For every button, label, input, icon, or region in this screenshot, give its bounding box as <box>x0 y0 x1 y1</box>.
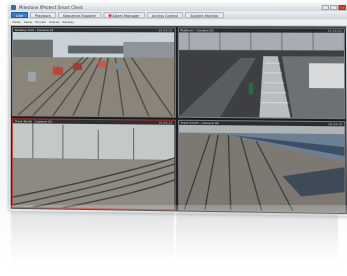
tab-system-monitor[interactable]: System Monitor <box>185 12 224 19</box>
app-window: Milestone XProtect Smart Client Live Pla… <box>8 4 347 217</box>
tab-playback[interactable]: Playback <box>30 12 56 19</box>
camera-title: Platform - Camera 02 <box>180 28 214 33</box>
app-logo-icon <box>10 5 16 11</box>
camera-view-2[interactable]: Platform - Camera 02 10:24:15 <box>177 27 346 120</box>
camera-timestamp: 10:24:15 <box>328 122 343 127</box>
subbar-item-railway[interactable]: Railway <box>63 20 75 24</box>
camera-timestamp: 10:24:15 <box>327 28 342 33</box>
subbar-item-private[interactable]: Private <box>35 20 46 24</box>
subbar-item-shared[interactable]: Shared <box>49 20 60 24</box>
window-controls <box>321 5 346 11</box>
tab-sequence-explorer[interactable]: Sequence Explorer <box>57 12 102 19</box>
alarm-indicator-icon <box>108 14 112 18</box>
subbar-item-views[interactable]: Views <box>12 20 21 24</box>
camera-feed-2 <box>178 28 345 119</box>
camera-view-1[interactable]: Railway Yard - Camera 01 10:24:15 <box>11 27 176 118</box>
maximize-icon[interactable] <box>330 5 338 11</box>
camera-header-2: Platform - Camera 02 10:24:15 <box>178 28 344 33</box>
camera-feed-3 <box>12 119 175 210</box>
tab-live[interactable]: Live <box>10 12 29 19</box>
reflection-fade <box>0 205 347 276</box>
camera-title: Railway Yard - Camera 01 <box>14 28 54 33</box>
camera-timestamp: 10:24:15 <box>158 28 173 33</box>
close-icon[interactable] <box>338 5 346 11</box>
marketing-stage: Milestone XProtect Smart Client Live Pla… <box>0 0 347 276</box>
camera-header-1: Railway Yard - Camera 01 10:24:15 <box>12 28 175 33</box>
minimize-icon[interactable] <box>321 5 330 11</box>
camera-title: Track North - Camera 03 <box>14 119 52 124</box>
tab-alarm-manager[interactable]: Alarm Manager <box>103 12 145 19</box>
camera-timestamp: 10:24:15 <box>158 120 173 125</box>
camera-title: Track South - Camera 04 <box>180 120 219 126</box>
tab-access-control[interactable]: Access Control <box>146 12 184 19</box>
window-title: Milestone XProtect Smart Client <box>18 5 83 11</box>
tab-alarm-manager-label: Alarm Manager <box>112 14 140 19</box>
subbar-item-setup[interactable]: Setup <box>24 20 33 24</box>
camera-feed-1 <box>12 28 175 117</box>
camera-grid: Railway Yard - Camera 01 10:24:15 Platfo… <box>10 26 347 215</box>
camera-view-3[interactable]: Track North - Camera 03 10:24:15 <box>11 118 176 211</box>
camera-feed-4 <box>178 120 345 213</box>
camera-view-4[interactable]: Track South - Camera 04 10:24:15 <box>177 119 346 214</box>
